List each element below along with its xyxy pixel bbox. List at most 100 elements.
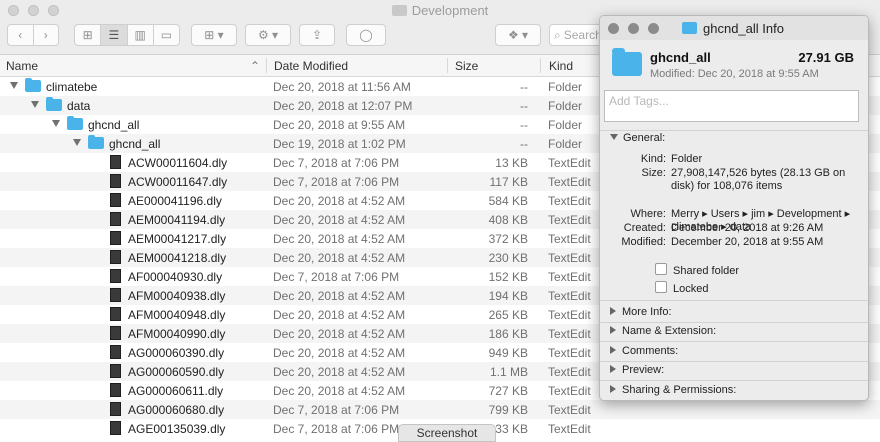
- where-label: Where:: [630, 208, 666, 220]
- row-date-modified: Dec 20, 2018 at 9:55 AM: [273, 118, 406, 132]
- search-icon: ⌕: [554, 27, 561, 42]
- row-size: 584 KB: [488, 194, 528, 208]
- row-name: ACW00011604.dly: [128, 156, 228, 170]
- list-icon: ☰: [108, 28, 120, 42]
- locked-checkbox[interactable]: Locked: [655, 281, 708, 295]
- row-name: AG000060611.dly: [128, 384, 224, 398]
- row-date-modified: Dec 20, 2018 at 4:52 AM: [273, 251, 406, 265]
- list-view-button[interactable]: ☰: [101, 25, 128, 45]
- row-kind: Folder: [548, 137, 583, 151]
- info-minimize-button[interactable]: [628, 23, 639, 34]
- disclosure-down-icon[interactable]: [73, 139, 81, 146]
- back-forward-group: ‹ ›: [7, 24, 59, 46]
- row-name: AFM00040990.dly: [128, 327, 226, 341]
- modified-label: Modified:: [621, 236, 666, 248]
- info-window: ghcnd_all Info ghcnd_all 27.91 GB Modifi…: [599, 15, 869, 401]
- row-size: --: [520, 118, 528, 132]
- divider: [600, 380, 868, 381]
- row-kind: TextEdit: [548, 156, 591, 170]
- column-separator: [266, 58, 267, 73]
- text-document-icon: [110, 269, 121, 283]
- chevron-left-icon: ‹: [18, 28, 23, 42]
- disclosure-right-icon: [610, 365, 616, 373]
- row-size: 949 KB: [488, 346, 528, 360]
- table-row[interactable]: AG000060680.dly Dec 7, 2018 at 7:06 PM 799…: [0, 400, 880, 419]
- gallery-view-button[interactable]: ▭: [154, 25, 179, 45]
- row-size: 727 KB: [488, 384, 528, 398]
- column-date-modified[interactable]: Date Modified: [274, 59, 348, 73]
- row-kind: Folder: [548, 118, 583, 132]
- divider: [600, 130, 868, 131]
- section-sharing-permissions[interactable]: Sharing & Permissions:: [610, 384, 736, 396]
- folder-icon: [67, 116, 83, 130]
- row-name: climatebe: [46, 80, 98, 94]
- section-name-extension[interactable]: Name & Extension:: [610, 325, 716, 337]
- row-size: 117 KB: [489, 175, 528, 189]
- row-name: data: [67, 99, 91, 113]
- back-button[interactable]: ‹: [8, 25, 34, 45]
- tags-input[interactable]: Add Tags...: [604, 90, 859, 122]
- column-view-button[interactable]: ▥: [128, 25, 154, 45]
- divider: [600, 341, 868, 342]
- row-kind: TextEdit: [548, 384, 591, 398]
- disclosure-down-icon[interactable]: [52, 120, 60, 127]
- icon-view-button[interactable]: ⊞: [75, 25, 102, 45]
- column-size[interactable]: Size: [455, 59, 478, 73]
- row-name: AEM00041217.dly: [128, 232, 227, 246]
- action-button[interactable]: ⚙ ▾: [245, 24, 291, 46]
- row-size: --: [520, 80, 528, 94]
- text-document-icon: [110, 288, 121, 302]
- column-name[interactable]: Name: [6, 59, 38, 73]
- folder-icon: [391, 5, 407, 16]
- column-kind[interactable]: Kind: [549, 59, 573, 73]
- row-name: ACW00011647.dly: [128, 175, 228, 189]
- text-document-icon: [110, 212, 121, 226]
- folder-icon: [682, 22, 697, 34]
- row-date-modified: Dec 20, 2018 at 4:52 AM: [273, 308, 406, 322]
- row-date-modified: Dec 7, 2018 at 7:06 PM: [273, 403, 400, 417]
- divider: [600, 361, 868, 362]
- tags-button[interactable]: ◯: [346, 24, 386, 46]
- disclosure-right-icon: [610, 385, 616, 393]
- row-date-modified: Dec 20, 2018 at 4:52 AM: [273, 232, 406, 246]
- row-name: AG000060590.dly: [128, 365, 225, 379]
- row-name: AEM00041194.dly: [128, 213, 226, 227]
- section-comments[interactable]: Comments:: [610, 345, 678, 357]
- info-title-bar: ghcnd_all Info: [600, 16, 868, 40]
- row-date-modified: Dec 20, 2018 at 11:56 AM: [273, 80, 411, 94]
- gallery-icon: ▭: [160, 28, 173, 42]
- disclosure-down-icon[interactable]: [10, 82, 18, 89]
- row-kind: TextEdit: [548, 327, 591, 341]
- tags-placeholder: Add Tags...: [609, 94, 669, 108]
- forward-button[interactable]: ›: [34, 25, 59, 45]
- large-folder-icon: [612, 48, 642, 76]
- sort-chevron-up-icon: ⌃: [250, 59, 261, 73]
- section-general[interactable]: General:: [610, 132, 665, 144]
- group-button[interactable]: ⊞ ▾: [191, 24, 237, 46]
- kind-label: Kind:: [640, 153, 666, 165]
- shared-folder-checkbox[interactable]: Shared folder: [655, 263, 739, 277]
- row-size: 1.1 MB: [489, 365, 528, 379]
- info-close-button[interactable]: [608, 23, 619, 34]
- disclosure-down-icon[interactable]: [31, 101, 39, 108]
- search-placeholder: Search: [563, 28, 602, 42]
- row-date-modified: Dec 7, 2018 at 7:06 PM: [273, 156, 400, 170]
- row-size: 152 KB: [488, 270, 528, 284]
- tag-icon: ◯: [359, 28, 373, 42]
- text-document-icon: [110, 174, 121, 188]
- row-size: 408 KB: [488, 213, 528, 227]
- info-zoom-button[interactable]: [648, 23, 659, 34]
- row-size: 230 KB: [488, 251, 528, 265]
- row-kind: TextEdit: [548, 365, 591, 379]
- row-date-modified: Dec 19, 2018 at 1:02 PM: [273, 137, 406, 151]
- row-kind: TextEdit: [548, 308, 591, 322]
- created-label: Created:: [623, 222, 666, 234]
- share-button[interactable]: ⇪: [299, 24, 335, 46]
- section-more-info[interactable]: More Info:: [610, 306, 672, 318]
- section-preview[interactable]: Preview:: [610, 364, 664, 376]
- dropbox-button[interactable]: ❖ ▾: [495, 24, 541, 46]
- folder-icon: [25, 78, 41, 92]
- row-name: ghcnd_all: [109, 137, 161, 151]
- row-kind: TextEdit: [548, 403, 591, 417]
- group-grid-icon: ⊞ ▾: [204, 28, 224, 42]
